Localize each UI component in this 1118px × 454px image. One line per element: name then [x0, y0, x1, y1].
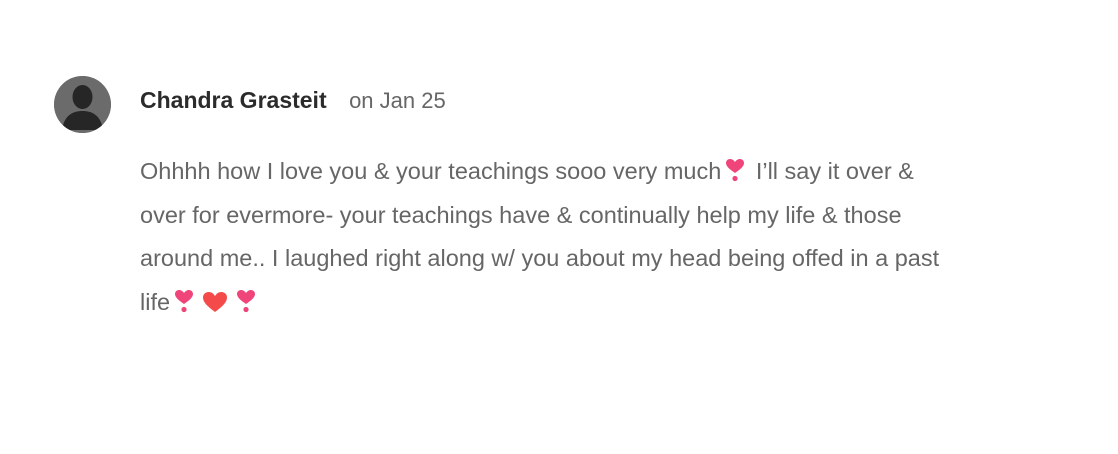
comment-body: Ohhhh how I love you & your teachings so…	[140, 150, 1080, 324]
comment-text-part-4: around me.. I laughed right along w/ you…	[140, 245, 940, 271]
heart-exclamation-icon	[725, 158, 745, 182]
red-heart-icon	[202, 291, 228, 313]
comment-text-part-3: over for evermore- your teachings have &…	[140, 201, 902, 228]
comment-author[interactable]: Chandra Grasteit	[140, 87, 327, 113]
user-silhouette-icon	[54, 76, 111, 133]
comment-text-part-2: I’ll say it over &	[755, 158, 914, 184]
heart-exclamation-icon	[174, 289, 194, 313]
comment-date[interactable]: on Jan 25	[349, 88, 446, 113]
avatar[interactable]	[54, 76, 111, 133]
comment-header: Chandra Grasteit on Jan 25	[140, 86, 446, 118]
comment-text-part-5: life	[140, 288, 171, 315]
comment-text-part-1: Ohhhh how I love you & your teachings so…	[140, 158, 722, 184]
heart-exclamation-icon	[236, 289, 256, 313]
